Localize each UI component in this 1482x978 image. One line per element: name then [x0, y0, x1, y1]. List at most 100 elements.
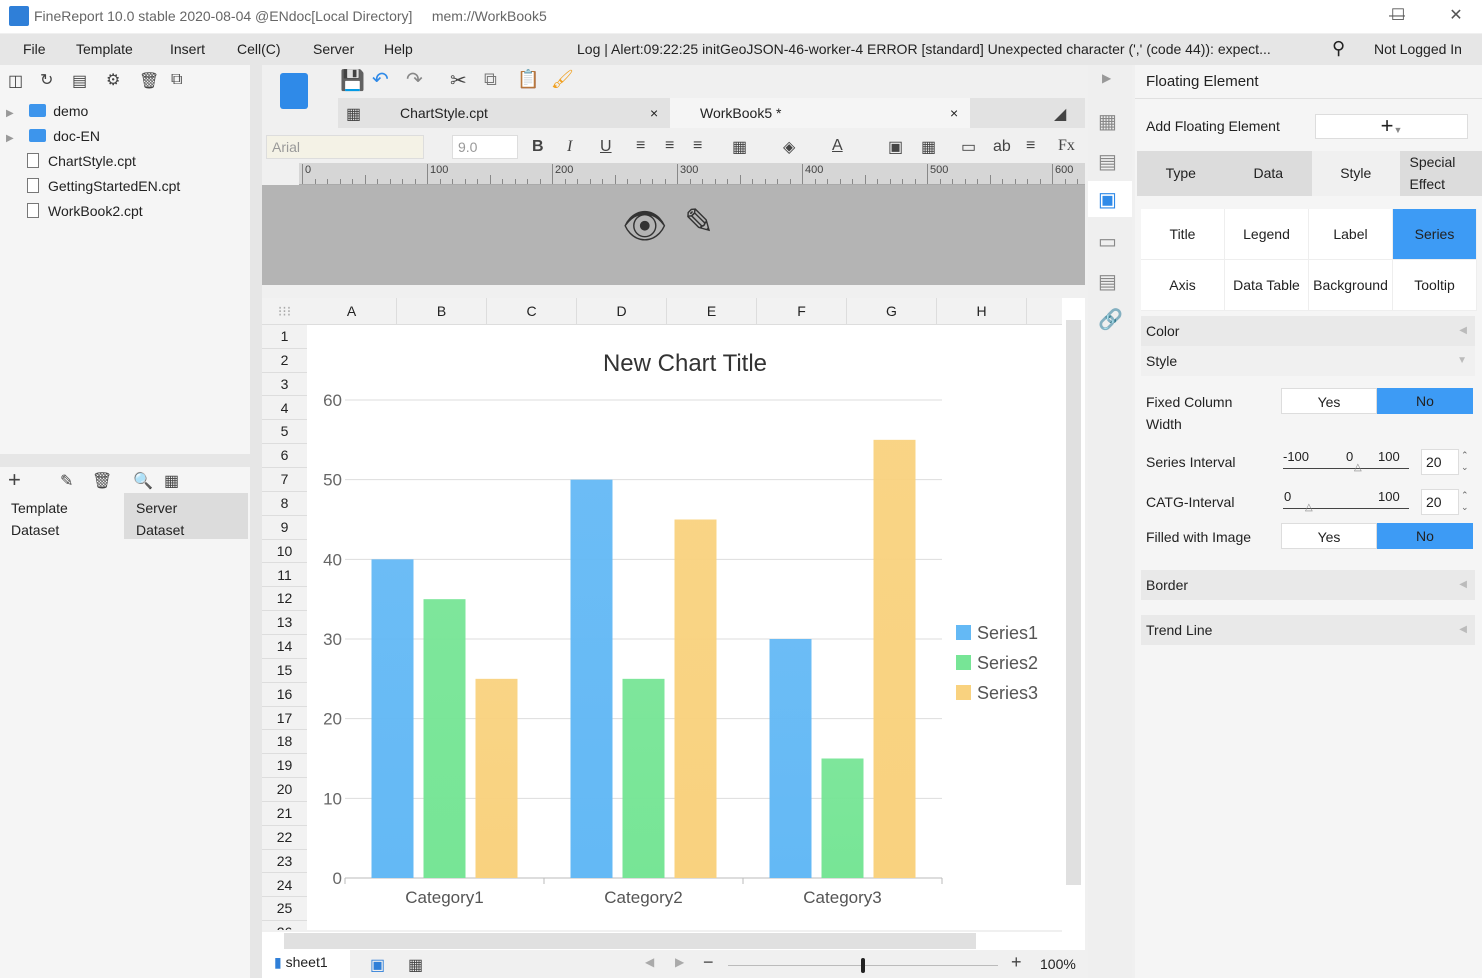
delete-icon[interactable]: 🗑 — [139, 71, 159, 91]
formula-icon[interactable]: Fx — [1058, 137, 1075, 155]
left-splitter[interactable] — [250, 65, 262, 978]
condition-icon[interactable]: ▤ — [1098, 269, 1117, 294]
filled-image-yes[interactable]: Yes — [1281, 523, 1377, 549]
split-cells-icon[interactable]: ▦ — [921, 137, 936, 157]
spinner-icon[interactable]: ⌃ ⌄ — [1461, 489, 1469, 513]
settings-icon[interactable]: ⚙ — [106, 70, 120, 90]
zoom-out-icon[interactable]: − — [703, 952, 714, 973]
row-header-cell[interactable]: 19 — [262, 754, 307, 779]
cell-element-icon[interactable]: ▤ — [1098, 149, 1117, 174]
section-color[interactable]: Color ◀ — [1141, 316, 1475, 346]
horizontal-scrollbar[interactable] — [262, 932, 1085, 950]
slider-thumb[interactable]: △ — [1305, 502, 1313, 513]
preview-icon[interactable]: 🔍 — [133, 471, 153, 491]
spinner-icon[interactable]: ⌃ ⌄ — [1461, 449, 1469, 473]
tree-item[interactable]: WorkBook2.cpt — [0, 199, 250, 224]
row-header-cell[interactable]: 3 — [262, 373, 307, 397]
font-color-icon[interactable]: A — [832, 137, 843, 155]
column-header-C[interactable]: C — [487, 298, 577, 325]
paste-icon[interactable]: 📋 — [517, 69, 539, 90]
save-icon[interactable]: 💾 — [340, 68, 365, 93]
edit-pencil-icon[interactable]: ✎ — [684, 201, 714, 243]
merge-cells-icon[interactable]: ▣ — [888, 137, 903, 157]
redo-icon[interactable]: ↷ — [406, 67, 423, 92]
align-center-icon[interactable]: ≡ — [665, 137, 674, 155]
copy-icon[interactable]: ⧉ — [171, 71, 182, 89]
section-style[interactable]: Style ▼ — [1141, 346, 1475, 376]
collapse-icon[interactable]: ▶ — [1102, 71, 1111, 85]
tab-data[interactable]: Data — [1224, 151, 1312, 196]
zoom-slider-thumb[interactable] — [861, 958, 865, 973]
align-left-icon[interactable]: ≡ — [636, 137, 645, 155]
tab-chartstyle[interactable]: ChartStyle.cpt × — [374, 98, 670, 128]
login-status[interactable]: Not Logged In — [1374, 41, 1462, 57]
maximize-button[interactable]: ☐ — [1378, 4, 1418, 28]
row-header-cell[interactable]: 14 — [262, 635, 307, 659]
row-header-cell[interactable]: 18 — [262, 730, 307, 755]
series-interval-slider[interactable] — [1283, 468, 1409, 469]
vertical-scrollbar[interactable] — [1062, 298, 1085, 932]
new-template-icon[interactable]: ▦ — [346, 104, 361, 124]
add-sheet-icon[interactable]: ▣ — [370, 955, 385, 975]
row-header-cell[interactable]: 20 — [262, 778, 307, 802]
zoom-in-icon[interactable]: + — [1011, 952, 1022, 973]
row-header-cell[interactable]: 26 — [262, 921, 307, 930]
tree-item[interactable]: ChartStyle.cpt — [0, 149, 250, 174]
tab-template-dataset[interactable]: Template Dataset — [0, 493, 124, 539]
border-icon[interactable]: ▦ — [732, 137, 747, 157]
column-header-D[interactable]: D — [577, 298, 667, 325]
filled-image-no[interactable]: No — [1377, 523, 1473, 549]
delete-icon[interactable]: 🗑 — [92, 471, 112, 491]
add-floating-element-button[interactable]: +▼ — [1315, 114, 1468, 139]
preview-button[interactable] — [280, 73, 308, 109]
add-dataset-icon[interactable]: + — [8, 467, 21, 493]
menu-file[interactable]: File — [23, 41, 46, 57]
tree-item[interactable]: ▶ doc-EN — [0, 124, 250, 149]
underline-icon[interactable]: U — [600, 138, 612, 156]
column-header-H[interactable]: H — [937, 298, 1027, 325]
cell-attribute-icon[interactable]: ▦ — [1098, 109, 1117, 134]
font-family-select[interactable]: Arial — [266, 135, 424, 159]
menu-help[interactable]: Help — [384, 41, 413, 57]
row-header-cell[interactable]: 16 — [262, 683, 307, 707]
column-header-B[interactable]: B — [397, 298, 487, 325]
menu-server[interactable]: Server — [313, 41, 354, 57]
font-size-select[interactable]: 9.0 — [452, 135, 518, 159]
row-header-cell[interactable]: 23 — [262, 850, 307, 874]
fill-color-icon[interactable]: ◈ — [783, 137, 795, 157]
series-interval-input[interactable]: 20 — [1421, 449, 1459, 475]
format-painter-icon[interactable]: 🖌 — [551, 69, 574, 90]
row-header-cell[interactable]: 24 — [262, 874, 307, 898]
tree-item[interactable]: GettingStartedEN.cpt — [0, 174, 250, 199]
sheet-tab[interactable]: ▮ sheet1 — [262, 950, 350, 978]
italic-icon[interactable]: I — [567, 138, 572, 156]
row-header-cell[interactable]: 2 — [262, 349, 307, 373]
row-header-cell[interactable]: 6 — [262, 444, 307, 469]
bold-icon[interactable]: B — [532, 138, 544, 156]
tab-type[interactable]: Type — [1137, 151, 1225, 196]
panel-splitter[interactable] — [0, 454, 250, 467]
close-tab-icon[interactable]: × — [950, 98, 958, 128]
subtab-series[interactable]: Series — [1393, 209, 1477, 260]
row-header-cell[interactable]: 9 — [262, 516, 307, 540]
tab-special-effect[interactable]: Special Effect — [1399, 151, 1482, 196]
catg-interval-slider[interactable] — [1283, 508, 1409, 509]
row-header-cell[interactable]: 22 — [262, 826, 307, 850]
server-dataset-icon[interactable]: ▦ — [164, 471, 179, 491]
subtab-tooltip[interactable]: Tooltip — [1393, 260, 1477, 311]
fixed-column-yes[interactable]: Yes — [1281, 388, 1377, 414]
column-header-F[interactable]: F — [757, 298, 847, 325]
close-tab-icon[interactable]: × — [650, 98, 658, 128]
widget-icon[interactable]: ▭ — [1098, 229, 1117, 254]
wrap-icon[interactable]: ≡ — [1026, 137, 1035, 155]
row-header-cell[interactable]: 21 — [262, 802, 307, 826]
prev-sheet-icon[interactable]: ◀ — [645, 955, 654, 969]
undo-icon[interactable]: ↶ — [372, 67, 389, 92]
section-border[interactable]: Border ◀ — [1141, 570, 1475, 600]
row-header-cell[interactable]: 7 — [262, 468, 307, 492]
cut-icon[interactable]: ✂ — [450, 68, 467, 93]
insert-field-icon[interactable]: ▭ — [961, 137, 976, 157]
section-trend-line[interactable]: Trend Line ◀ — [1141, 615, 1475, 645]
fixed-column-no[interactable]: No — [1377, 388, 1473, 414]
tab-style[interactable]: Style — [1312, 151, 1400, 196]
